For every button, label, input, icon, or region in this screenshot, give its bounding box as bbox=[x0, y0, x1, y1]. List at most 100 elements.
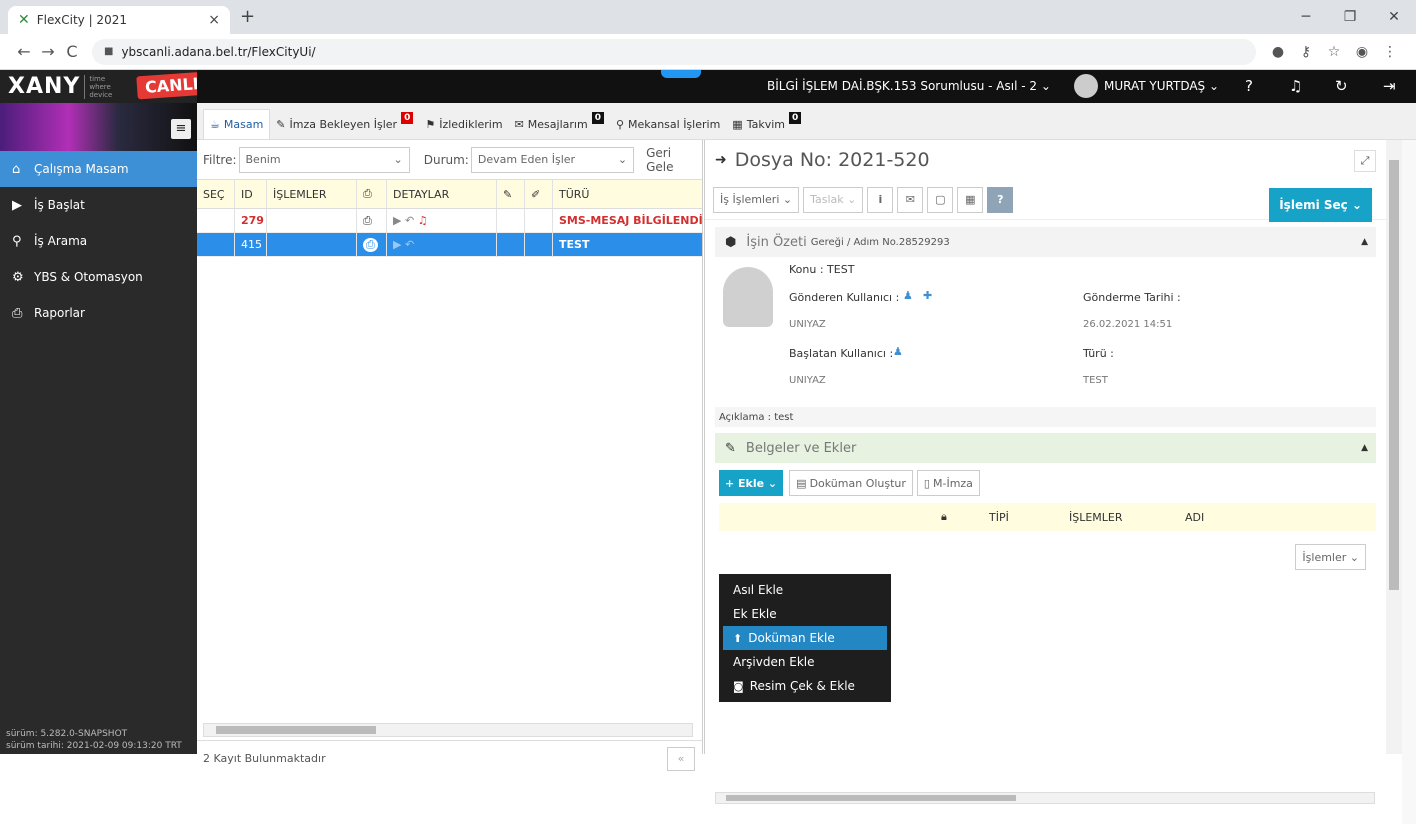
aciklama-row: Açıklama : test bbox=[715, 407, 1376, 427]
back-icon[interactable]: ← bbox=[12, 42, 36, 61]
scroll-thumb[interactable] bbox=[726, 795, 1016, 801]
tab-izlediklerim[interactable]: ⚑ İzlediklerim bbox=[419, 109, 508, 139]
row-select[interactable] bbox=[197, 232, 235, 257]
sidebar-item-is-baslat[interactable]: ▶ İş Başlat bbox=[0, 187, 197, 223]
col-islemler[interactable]: İŞLEMLER bbox=[1069, 511, 1123, 524]
unit-selector[interactable]: BİLGİ İŞLEM DAİ.BŞK.153 Sorumlusu - Asıl… bbox=[767, 79, 1051, 93]
status-select[interactable]: Devam Eden İşler ⌄ bbox=[470, 146, 635, 173]
window-controls: ─ ❐ ✕ bbox=[1284, 0, 1416, 34]
page-scrollbar[interactable] bbox=[1402, 140, 1416, 824]
reply-icon[interactable]: ↶ bbox=[405, 214, 414, 227]
header-pull-tab[interactable] bbox=[661, 70, 701, 78]
table-row[interactable]: 415 ⎙ ▶ ↶ TEST bbox=[197, 232, 702, 257]
menu-item-arsivden-ekle[interactable]: Arşivden Ekle bbox=[719, 650, 891, 674]
tab-mesajlarim[interactable]: ✉ Mesajlarım 0 bbox=[509, 109, 610, 139]
envelope-icon[interactable]: ✉ bbox=[897, 186, 924, 213]
menu-item-ek-ekle[interactable]: Ek Ekle bbox=[719, 602, 891, 626]
maximize-icon[interactable]: ❐ bbox=[1328, 0, 1372, 34]
print-icon[interactable]: ⎙ bbox=[357, 232, 387, 257]
row-detail-icons[interactable]: ▶ ↶ ♫ bbox=[387, 208, 497, 233]
row-detail-icons[interactable]: ▶ ↶ bbox=[387, 232, 497, 257]
key-icon[interactable]: ⚷ bbox=[1292, 44, 1320, 60]
sidebar-item-ybs-otomasyon[interactable]: ⚙ YBS & Otomasyon bbox=[0, 259, 197, 295]
dokuman-olustur-button[interactable]: ▤ Doküman Oluştur bbox=[789, 470, 913, 496]
minimize-icon[interactable]: ─ bbox=[1284, 0, 1328, 34]
calendar-icon: ▦ bbox=[732, 117, 743, 131]
tab-masam[interactable]: ☕ Masam bbox=[203, 109, 271, 139]
play-icon[interactable]: ▶ bbox=[393, 238, 401, 251]
ekle-button[interactable]: + Ekle ⌄ bbox=[719, 470, 784, 496]
sidebar-item-calisma-masam[interactable]: ⌂ Çalışma Masam bbox=[0, 151, 197, 187]
bell-icon[interactable]: ♫ bbox=[418, 214, 428, 227]
close-tab-icon[interactable]: × bbox=[208, 12, 220, 28]
menu-item-asil-ekle[interactable]: Asıl Ekle bbox=[719, 578, 891, 602]
col-detaylar[interactable]: DETAYLAR bbox=[387, 180, 497, 208]
logo: XANY time where device CANLI bbox=[0, 70, 208, 103]
help-icon[interactable]: ? bbox=[987, 186, 1014, 213]
col-adi[interactable]: ADI bbox=[1185, 511, 1204, 524]
user-icon[interactable]: ♟ bbox=[903, 289, 913, 302]
menu-item-dokuman-ekle[interactable]: ⬆ Doküman Ekle bbox=[723, 626, 887, 650]
more-icon[interactable]: ⋮ bbox=[1376, 44, 1404, 60]
user-icon[interactable]: ♟ bbox=[893, 345, 903, 358]
expand-icon[interactable]: ⤢ bbox=[1354, 150, 1376, 172]
detail-horizontal-scrollbar[interactable] bbox=[715, 792, 1375, 804]
is-islemleri-button[interactable]: İş İşlemleri ⌄ bbox=[713, 186, 800, 213]
bell-icon[interactable]: ♫ bbox=[1289, 77, 1302, 95]
col-turu[interactable]: TÜRÜ bbox=[553, 180, 702, 208]
print-icon[interactable]: ⎙ bbox=[357, 208, 387, 233]
grid-horizontal-scrollbar[interactable] bbox=[203, 723, 693, 737]
new-tab-icon[interactable]: + bbox=[240, 6, 255, 27]
refresh-icon[interactable]: ↻ bbox=[1335, 77, 1348, 95]
table-row[interactable]: 279 ⎙ ▶ ↶ ♫ SMS-MESAJ BİLGİLENDİRI bbox=[197, 208, 702, 233]
close-window-icon[interactable]: ✕ bbox=[1372, 0, 1416, 34]
collapse-icon[interactable]: ▲ bbox=[1361, 237, 1368, 247]
tab-takvim[interactable]: ▦ Takvim 0 bbox=[726, 109, 807, 139]
col-islemler[interactable]: İŞLEMLER bbox=[267, 180, 357, 208]
profile-icon[interactable]: ◉ bbox=[1348, 44, 1376, 60]
col-id[interactable]: ID bbox=[235, 180, 267, 208]
browser-tab[interactable]: ✕ FlexCity | 2021 × bbox=[8, 6, 230, 34]
islemler-button[interactable]: İşlemler ⌄ bbox=[1295, 544, 1366, 570]
menu-item-resim-cek-ekle[interactable]: ◙ Resim Çek & Ekle bbox=[719, 674, 891, 698]
m-imza-button[interactable]: ▯ M-İmza bbox=[916, 470, 980, 496]
hamburger-icon[interactable]: ≡ bbox=[171, 119, 191, 139]
detail-vertical-scrollbar[interactable] bbox=[1386, 140, 1402, 754]
sidebar-item-raporlar[interactable]: ⎙ Raporlar bbox=[0, 295, 197, 331]
sidebar-item-is-arama[interactable]: ⚲ İş Arama bbox=[0, 223, 197, 259]
taslak-button[interactable]: Taslak ⌄ bbox=[803, 186, 864, 213]
mobile-icon: ▯ bbox=[923, 476, 930, 490]
filter-select[interactable]: Benim ⌄ bbox=[238, 146, 410, 173]
user-name: MURAT YURTDAŞ ⌄ bbox=[1104, 79, 1220, 93]
islemi-sec-button[interactable]: İşlemi Seç ⌄ bbox=[1269, 188, 1372, 222]
url-field[interactable]: ■ ybscanli.adana.bel.tr/FlexCityUi/ bbox=[92, 38, 1256, 65]
status-value: Devam Eden İşler bbox=[477, 153, 576, 166]
logout-icon[interactable]: ⇥ bbox=[1383, 77, 1396, 95]
reply-icon[interactable]: ↶ bbox=[405, 238, 414, 251]
col-sec[interactable]: SEÇ bbox=[197, 180, 235, 208]
tab-imza-bekleyen[interactable]: ✎ İmza Bekleyen İşler 0 bbox=[270, 109, 419, 139]
forward-icon[interactable]: → bbox=[36, 42, 60, 61]
help-icon[interactable]: ? bbox=[1245, 77, 1253, 95]
search-icon: ⚲ bbox=[12, 233, 22, 249]
ozet-section-header[interactable]: ⬢ İşin Özeti Gereği / Adım No.28529293 ▲ bbox=[715, 227, 1376, 257]
arrow-right-icon[interactable]: ➜ bbox=[715, 152, 727, 168]
belgeler-section-header[interactable]: ✎ Belgeler ve Ekler ▲ bbox=[715, 433, 1376, 463]
location-icon[interactable]: ● bbox=[1264, 44, 1292, 60]
info-icon[interactable]: i bbox=[867, 186, 894, 213]
note-icon[interactable]: ▢ bbox=[927, 186, 954, 213]
row-select[interactable] bbox=[197, 208, 235, 233]
plus-icon[interactable]: ✚ bbox=[923, 289, 932, 302]
collapse-icon[interactable]: ▲ bbox=[1361, 443, 1368, 453]
scroll-thumb[interactable] bbox=[216, 726, 376, 734]
scroll-thumb[interactable] bbox=[1389, 160, 1399, 590]
pager-prev-button[interactable]: « bbox=[667, 747, 695, 771]
tab-mekansal[interactable]: ⚲ Mekansal İşlerim bbox=[610, 109, 726, 139]
geri-gelen-label[interactable]: Geri Gele bbox=[646, 146, 702, 174]
play-icon[interactable]: ▶ bbox=[393, 214, 401, 227]
user-menu[interactable]: MURAT YURTDAŞ ⌄ bbox=[1074, 74, 1219, 98]
calendar-icon[interactable]: ▦ bbox=[957, 186, 984, 213]
star-icon[interactable]: ☆ bbox=[1320, 44, 1348, 60]
reload-icon[interactable]: C bbox=[60, 42, 84, 61]
col-tipi[interactable]: TİPİ bbox=[989, 511, 1009, 524]
